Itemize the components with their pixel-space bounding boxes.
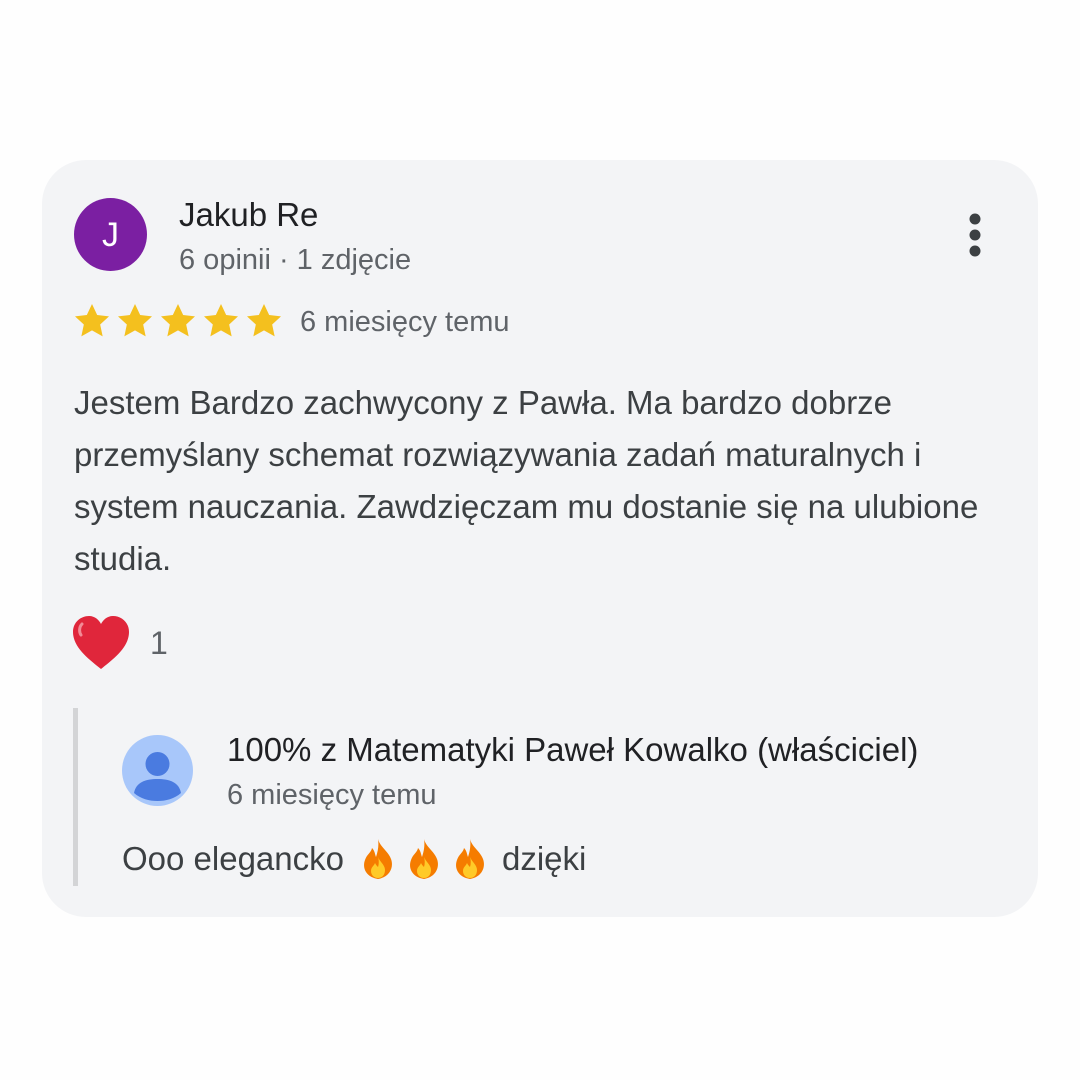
person-icon [134, 752, 181, 801]
author-name[interactable]: Jakub Re [179, 196, 318, 234]
fire-icon [364, 839, 392, 879]
fire-emoji-group [358, 837, 490, 881]
star-icon [118, 304, 152, 337]
fire-icon [410, 839, 438, 879]
owner-avatar[interactable] [122, 735, 193, 806]
owner-name[interactable]: 100% z Matematyki Paweł Kowalko (właścic… [227, 731, 918, 769]
star-icon [247, 304, 281, 337]
author-initial: J [102, 215, 119, 254]
star-icon [161, 304, 195, 337]
fire-icon [456, 839, 484, 879]
reply-date: 6 miesięcy temu [227, 779, 437, 811]
more-options-button[interactable] [954, 208, 996, 264]
review-date: 6 miesięcy temu [300, 306, 510, 338]
reaction-button[interactable] [70, 614, 132, 672]
reply-text: Ooo elegancko dzięki [122, 836, 586, 882]
reply-divider [73, 708, 78, 886]
reply-text-before: Ooo elegancko [122, 840, 344, 877]
author-meta: 6 opinii · 1 zdjęcie [179, 244, 412, 276]
star-rating [72, 301, 284, 341]
star-icon [75, 304, 109, 337]
red-heart-icon [73, 616, 129, 669]
review-text: Jestem Bardzo zachwycony z Pawła. Ma bar… [74, 384, 979, 577]
star-icon [204, 304, 238, 337]
more-vertical-icon [969, 213, 981, 257]
reply-text-after: dzięki [502, 840, 587, 877]
reaction-count: 1 [150, 625, 168, 661]
author-avatar[interactable]: J [74, 198, 147, 271]
